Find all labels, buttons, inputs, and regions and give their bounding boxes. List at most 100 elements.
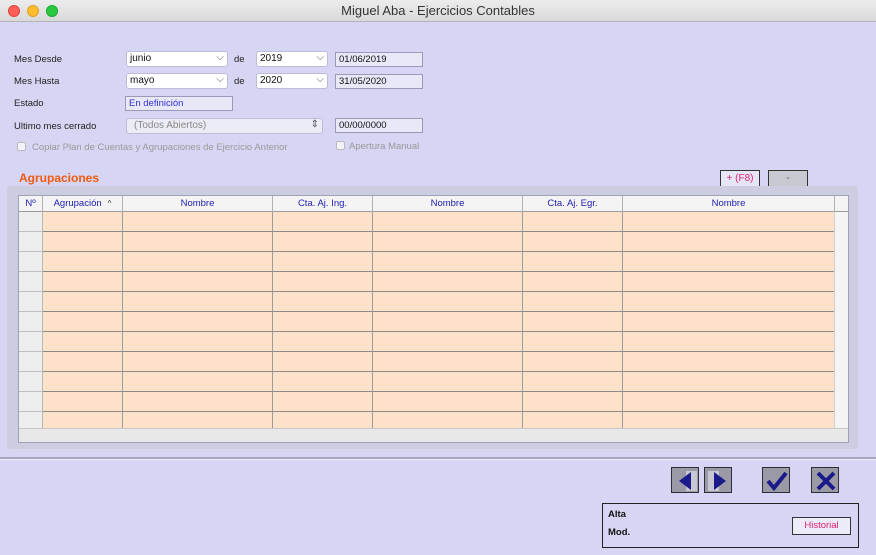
table-cell[interactable] bbox=[43, 212, 123, 232]
vertical-scrollbar[interactable] bbox=[834, 212, 848, 428]
table-cell[interactable] bbox=[123, 272, 273, 292]
table-cell[interactable] bbox=[123, 312, 273, 332]
ultimo-mes-select[interactable]: (Todos Abiertos) ⇕ bbox=[126, 118, 323, 134]
column-header-num[interactable]: Nº bbox=[19, 196, 43, 212]
row-number-cell[interactable] bbox=[19, 272, 43, 292]
table-cell[interactable] bbox=[43, 232, 123, 252]
table-cell[interactable] bbox=[623, 392, 835, 412]
agrupaciones-table[interactable]: Nº Agrupación ^ Nombre Cta. Aj. Ing. Nomb… bbox=[18, 195, 849, 443]
table-cell[interactable] bbox=[523, 292, 623, 312]
table-cell[interactable] bbox=[43, 392, 123, 412]
table-cell[interactable] bbox=[123, 232, 273, 252]
row-number-cell[interactable] bbox=[19, 372, 43, 392]
table-cell[interactable] bbox=[623, 352, 835, 372]
row-number-cell[interactable] bbox=[19, 292, 43, 312]
table-cell[interactable] bbox=[623, 232, 835, 252]
table-cell[interactable] bbox=[273, 372, 373, 392]
table-row[interactable] bbox=[19, 392, 835, 412]
column-header-nombre-2[interactable]: Nombre bbox=[373, 196, 523, 212]
table-row[interactable] bbox=[19, 312, 835, 332]
table-row[interactable] bbox=[19, 272, 835, 292]
column-header-agrupacion[interactable]: Agrupación ^ bbox=[43, 196, 123, 212]
table-cell[interactable] bbox=[623, 372, 835, 392]
row-number-cell[interactable] bbox=[19, 312, 43, 332]
table-cell[interactable] bbox=[373, 352, 523, 372]
table-cell[interactable] bbox=[523, 352, 623, 372]
table-cell[interactable] bbox=[623, 272, 835, 292]
row-number-cell[interactable] bbox=[19, 332, 43, 352]
mes-desde-date-field[interactable]: 01/06/2019 bbox=[335, 52, 423, 67]
table-row[interactable] bbox=[19, 372, 835, 392]
table-cell[interactable] bbox=[523, 392, 623, 412]
table-cell[interactable] bbox=[123, 292, 273, 312]
table-cell[interactable] bbox=[623, 252, 835, 272]
previous-record-button[interactable] bbox=[671, 467, 699, 493]
table-row[interactable] bbox=[19, 292, 835, 312]
table-cell[interactable] bbox=[373, 312, 523, 332]
table-cell[interactable] bbox=[373, 232, 523, 252]
column-header-nombre-1[interactable]: Nombre bbox=[123, 196, 273, 212]
table-cell[interactable] bbox=[273, 292, 373, 312]
table-cell[interactable] bbox=[273, 332, 373, 352]
table-cell[interactable] bbox=[123, 252, 273, 272]
mes-desde-year-select[interactable]: 2019 ⌵ bbox=[256, 51, 328, 67]
table-cell[interactable] bbox=[523, 232, 623, 252]
table-cell[interactable] bbox=[523, 312, 623, 332]
table-cell[interactable] bbox=[43, 352, 123, 372]
table-cell[interactable] bbox=[373, 212, 523, 232]
table-cell[interactable] bbox=[43, 272, 123, 292]
table-cell[interactable] bbox=[273, 212, 373, 232]
copiar-plan-checkbox[interactable]: Copiar Plan de Cuentas y Agrupaciones de… bbox=[17, 142, 288, 153]
table-cell[interactable] bbox=[123, 392, 273, 412]
table-cell[interactable] bbox=[123, 372, 273, 392]
table-cell[interactable] bbox=[373, 292, 523, 312]
table-cell[interactable] bbox=[523, 332, 623, 352]
table-cell[interactable] bbox=[373, 392, 523, 412]
table-cell[interactable] bbox=[623, 212, 835, 232]
mes-desde-month-select[interactable]: junio ⌵ bbox=[126, 51, 228, 67]
table-cell[interactable] bbox=[523, 252, 623, 272]
next-record-button[interactable] bbox=[704, 467, 732, 493]
add-row-button[interactable]: + (F8) bbox=[720, 170, 760, 187]
table-cell[interactable] bbox=[43, 312, 123, 332]
mes-hasta-month-select[interactable]: mayo ⌵ bbox=[126, 73, 228, 89]
table-cell[interactable] bbox=[373, 372, 523, 392]
table-cell[interactable] bbox=[43, 252, 123, 272]
table-cell[interactable] bbox=[273, 232, 373, 252]
table-cell[interactable] bbox=[43, 372, 123, 392]
table-cell[interactable] bbox=[43, 332, 123, 352]
row-number-cell[interactable] bbox=[19, 212, 43, 232]
cancel-button[interactable] bbox=[811, 467, 839, 493]
column-header-nombre-3[interactable]: Nombre bbox=[623, 196, 835, 212]
row-number-cell[interactable] bbox=[19, 392, 43, 412]
apertura-manual-checkbox[interactable]: Apertura Manual bbox=[336, 141, 419, 152]
ultimo-mes-date-field[interactable]: 00/00/0000 bbox=[335, 118, 423, 133]
table-cell[interactable] bbox=[373, 332, 523, 352]
table-row[interactable] bbox=[19, 212, 835, 232]
mes-hasta-year-select[interactable]: 2020 ⌵ bbox=[256, 73, 328, 89]
table-cell[interactable] bbox=[523, 272, 623, 292]
table-cell[interactable] bbox=[123, 332, 273, 352]
historial-button[interactable]: Historial bbox=[792, 517, 851, 535]
remove-row-button[interactable]: - bbox=[768, 170, 808, 187]
table-row[interactable] bbox=[19, 352, 835, 372]
column-header-cta-aj-ing[interactable]: Cta. Aj. Ing. bbox=[273, 196, 373, 212]
table-cell[interactable] bbox=[123, 352, 273, 372]
table-cell[interactable] bbox=[273, 392, 373, 412]
row-number-cell[interactable] bbox=[19, 232, 43, 252]
table-cell[interactable] bbox=[273, 312, 373, 332]
table-cell[interactable] bbox=[273, 272, 373, 292]
table-cell[interactable] bbox=[273, 252, 373, 272]
table-cell[interactable] bbox=[43, 292, 123, 312]
row-number-cell[interactable] bbox=[19, 352, 43, 372]
table-row[interactable] bbox=[19, 252, 835, 272]
horizontal-scrollbar[interactable] bbox=[19, 428, 848, 442]
table-row[interactable] bbox=[19, 232, 835, 252]
table-cell[interactable] bbox=[123, 212, 273, 232]
table-cell[interactable] bbox=[623, 332, 835, 352]
table-cell[interactable] bbox=[373, 272, 523, 292]
table-cell[interactable] bbox=[373, 252, 523, 272]
column-header-cta-aj-egr[interactable]: Cta. Aj. Egr. bbox=[523, 196, 623, 212]
table-cell[interactable] bbox=[273, 352, 373, 372]
table-row[interactable] bbox=[19, 332, 835, 352]
